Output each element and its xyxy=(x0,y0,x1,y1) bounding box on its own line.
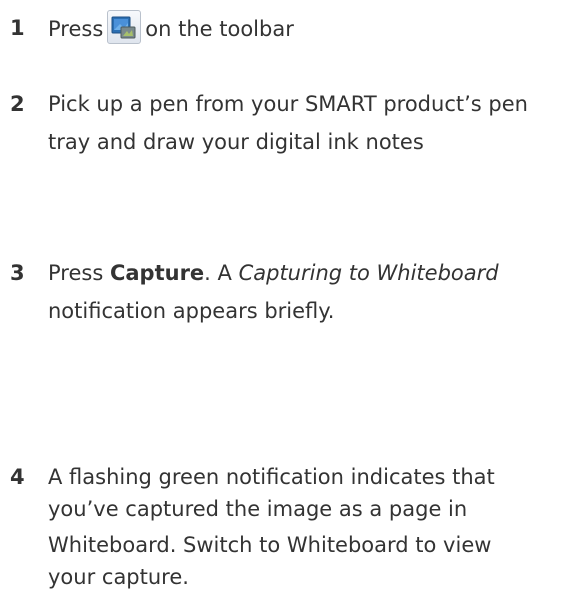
step-line: you’ve captured the image as a page in xyxy=(48,497,468,521)
step-line: notification appears briefly. xyxy=(48,299,335,323)
step-line: Pick up a pen from your SMART product’s … xyxy=(48,92,528,116)
step-line: A flashing green notification indicates … xyxy=(48,465,495,489)
step-number: 4 xyxy=(10,465,25,489)
step-number: 3 xyxy=(10,261,25,285)
step-line: your capture. xyxy=(48,565,189,589)
toolbar-text: on the toolbar xyxy=(145,17,294,41)
step-4: 4 A flashing green notification indicate… xyxy=(0,459,574,609)
step-1: 1 Press on the toolbar xyxy=(0,10,574,50)
step-3: 3 Press Capture. A Capturing to Whiteboa… xyxy=(0,255,574,335)
capture-label: Capture xyxy=(109,261,205,285)
after-capture-text: . A xyxy=(204,261,232,285)
press-text: Press xyxy=(48,17,104,41)
step-line: tray and draw your digital ink notes xyxy=(48,130,424,154)
step-text: Press on the toolbar xyxy=(48,10,294,44)
press-text: Press xyxy=(48,261,104,285)
step-number: 1 xyxy=(10,16,25,40)
step-line: Press Capture. A Capturing to Whiteboard xyxy=(48,261,499,285)
step-number: 2 xyxy=(10,92,25,116)
step-line: Whiteboard. Switch to Whiteboard to view xyxy=(48,533,492,557)
step-2: 2 Pick up a pen from your SMART product’… xyxy=(0,86,574,166)
screen-capture-icon xyxy=(107,10,142,44)
notification-title: Capturing to Whiteboard xyxy=(238,261,499,285)
